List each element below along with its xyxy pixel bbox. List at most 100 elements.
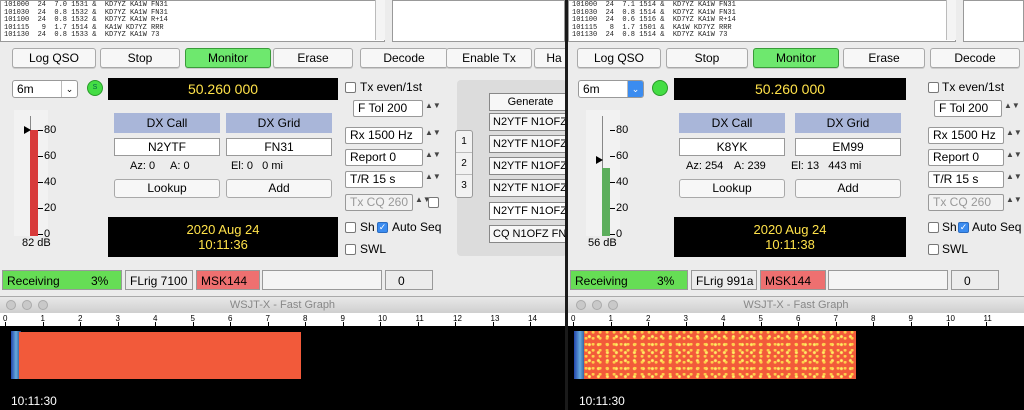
rx-frequency-list[interactable] <box>392 0 565 42</box>
rx-value: Rx 1500 Hz <box>350 128 413 142</box>
minimize-icon[interactable] <box>22 300 32 310</box>
ruler-tick <box>873 322 874 326</box>
spinner-arrows-icon[interactable]: ▲▼ <box>1006 129 1022 137</box>
tx-even-checkbox[interactable] <box>928 82 939 93</box>
sh-checkbox[interactable] <box>928 222 939 233</box>
azimuth-readout: Az: 254 <box>686 160 724 172</box>
ftol-value: F Tol 200 <box>358 101 408 115</box>
ruler-tick <box>798 322 799 326</box>
monitor-button[interactable]: Monitor <box>185 48 271 68</box>
dial-frequency: 50.260 000 <box>108 78 338 100</box>
tx5-message-field[interactable]: N2YTF N1OFZ <box>489 202 565 220</box>
scale-label: 40 <box>616 176 629 188</box>
stop-button[interactable]: Stop <box>666 48 748 68</box>
minimize-icon[interactable] <box>592 300 602 310</box>
tx-even-checkbox[interactable] <box>345 82 356 93</box>
decoded-messages-list[interactable]: 101000 24 7.1 1514 & KD7YZ KA1W FN31 101… <box>568 0 956 42</box>
rig-status: FLrig 7100 <box>125 270 193 290</box>
tx4-message-button[interactable]: N2YTF N1OFZ <box>489 179 565 197</box>
generate-messages-button[interactable]: Generate <box>489 93 565 111</box>
swl-checkbox[interactable] <box>928 244 939 255</box>
tr-period-spinbox[interactable]: T/R 15 s ▲▼ <box>345 171 441 188</box>
receiving-label: Receiving <box>7 274 60 288</box>
lookup-button[interactable]: Lookup <box>114 179 220 198</box>
status-led: S <box>87 80 103 96</box>
signal-db-readout: 82 dB <box>22 237 51 249</box>
spinner-arrows-icon: ▲▼ <box>415 195 431 204</box>
decoded-messages-list[interactable]: 101000 24 7.0 1531 & KD7YZ KA1W FN31 101… <box>0 0 385 42</box>
rx-frequency-list[interactable] <box>963 0 1024 42</box>
elevation-distance-readout: El: 0 0 mi <box>231 160 283 172</box>
dx-grid-header: DX Grid <box>226 113 332 133</box>
tx3-message-button[interactable]: N2YTF N1OFZ <box>489 157 565 175</box>
ruler-tick <box>380 322 381 326</box>
tab-2[interactable]: 2 <box>456 153 472 175</box>
tx2-message-button[interactable]: N2YTF N1OFZ <box>489 135 565 153</box>
spinner-arrows-icon[interactable]: ▲▼ <box>1004 102 1020 110</box>
erase-button[interactable]: Erase <box>843 48 925 68</box>
band-value: 6m <box>583 82 600 96</box>
log-qso-button[interactable]: Log QSO <box>577 48 661 68</box>
dx-call-input[interactable]: K8YK <box>679 138 785 156</box>
dx-call-input[interactable]: N2YTF <box>114 138 220 156</box>
time-readout: 10:11:36 <box>198 237 248 252</box>
report-spinbox[interactable]: Report 0 ▲▼ <box>928 149 1022 166</box>
decode-button[interactable]: Decode <box>360 48 448 68</box>
message-tabs[interactable]: 1 2 3 <box>455 130 473 198</box>
monitor-button[interactable]: Monitor <box>753 48 839 68</box>
log-qso-button[interactable]: Log QSO <box>12 48 96 68</box>
rx-frequency-spinbox[interactable]: Rx 1500 Hz ▲▼ <box>928 127 1022 144</box>
enable-tx-button[interactable]: Enable Tx <box>446 48 532 68</box>
tx-cq-checkbox[interactable] <box>428 197 439 208</box>
halt-tx-button[interactable]: Ha <box>534 48 565 68</box>
close-icon[interactable] <box>6 300 16 310</box>
tab-1[interactable]: 1 <box>456 131 472 153</box>
decoded-scrollbar[interactable] <box>946 0 956 40</box>
close-icon[interactable] <box>576 300 586 310</box>
tab-3[interactable]: 3 <box>456 175 472 197</box>
auto-seq-checkbox[interactable]: ✓ <box>958 222 969 233</box>
spinner-arrows-icon[interactable]: ▲▼ <box>1006 173 1022 181</box>
ruler-tick <box>610 322 612 326</box>
tr-period-spinbox[interactable]: T/R 15 s ▲▼ <box>928 171 1022 188</box>
report-spinbox[interactable]: Report 0 ▲▼ <box>345 149 441 166</box>
decoded-scrollbar[interactable] <box>375 0 385 40</box>
stop-button[interactable]: Stop <box>100 48 180 68</box>
decode-button[interactable]: Decode <box>930 48 1020 68</box>
receiving-status: Receiving 3% <box>570 270 688 290</box>
ruler-tick <box>42 322 44 326</box>
spinner-arrows-icon[interactable]: ▲▼ <box>1006 151 1022 159</box>
spinner-arrows-icon[interactable]: ▲▼ <box>425 151 441 159</box>
ruler-tick <box>117 322 119 326</box>
ruler-tick <box>530 322 531 326</box>
zoom-icon[interactable] <box>38 300 48 310</box>
dx-grid-input[interactable]: FN31 <box>226 138 332 156</box>
lookup-button[interactable]: Lookup <box>679 179 785 198</box>
rx-frequency-spinbox[interactable]: Rx 1500 Hz ▲▼ <box>345 127 441 144</box>
zoom-icon[interactable] <box>608 300 618 310</box>
signal-trace <box>19 332 301 379</box>
ftol-spinbox[interactable]: F Tol 200 ▲▼ <box>353 100 441 117</box>
spinner-arrows-icon[interactable]: ▲▼ <box>425 102 441 110</box>
ruler-tick <box>342 322 344 326</box>
band-select[interactable]: 6m ⌄ <box>12 80 78 98</box>
sh-checkbox[interactable] <box>345 222 356 233</box>
tx6-message-button[interactable]: CQ N1OFZ FN <box>489 225 565 243</box>
add-button[interactable]: Add <box>226 179 332 198</box>
band-select[interactable]: 6m ⌄ <box>578 80 644 98</box>
auto-seq-checkbox[interactable]: ✓ <box>377 222 388 233</box>
tx-progress <box>262 270 382 290</box>
status-bar: Receiving 3% FLrig 7100 MSK144 0 <box>0 270 565 290</box>
tx1-message-button[interactable]: N2YTF N1OFZ <box>489 113 565 131</box>
signal-meter <box>586 110 620 236</box>
spinner-arrows-icon[interactable]: ▲▼ <box>425 129 441 137</box>
spinner-arrows-icon[interactable]: ▲▼ <box>425 173 441 181</box>
erase-button[interactable]: Erase <box>273 48 353 68</box>
ftol-spinbox[interactable]: F Tol 200 ▲▼ <box>934 100 1020 117</box>
dx-grid-input[interactable]: EM99 <box>795 138 901 156</box>
ruler-tick <box>835 322 837 326</box>
add-button[interactable]: Add <box>795 179 901 198</box>
a-readout: A: 0 <box>170 160 190 172</box>
watchdog-count: 0 <box>385 270 433 290</box>
swl-checkbox[interactable] <box>345 244 356 255</box>
